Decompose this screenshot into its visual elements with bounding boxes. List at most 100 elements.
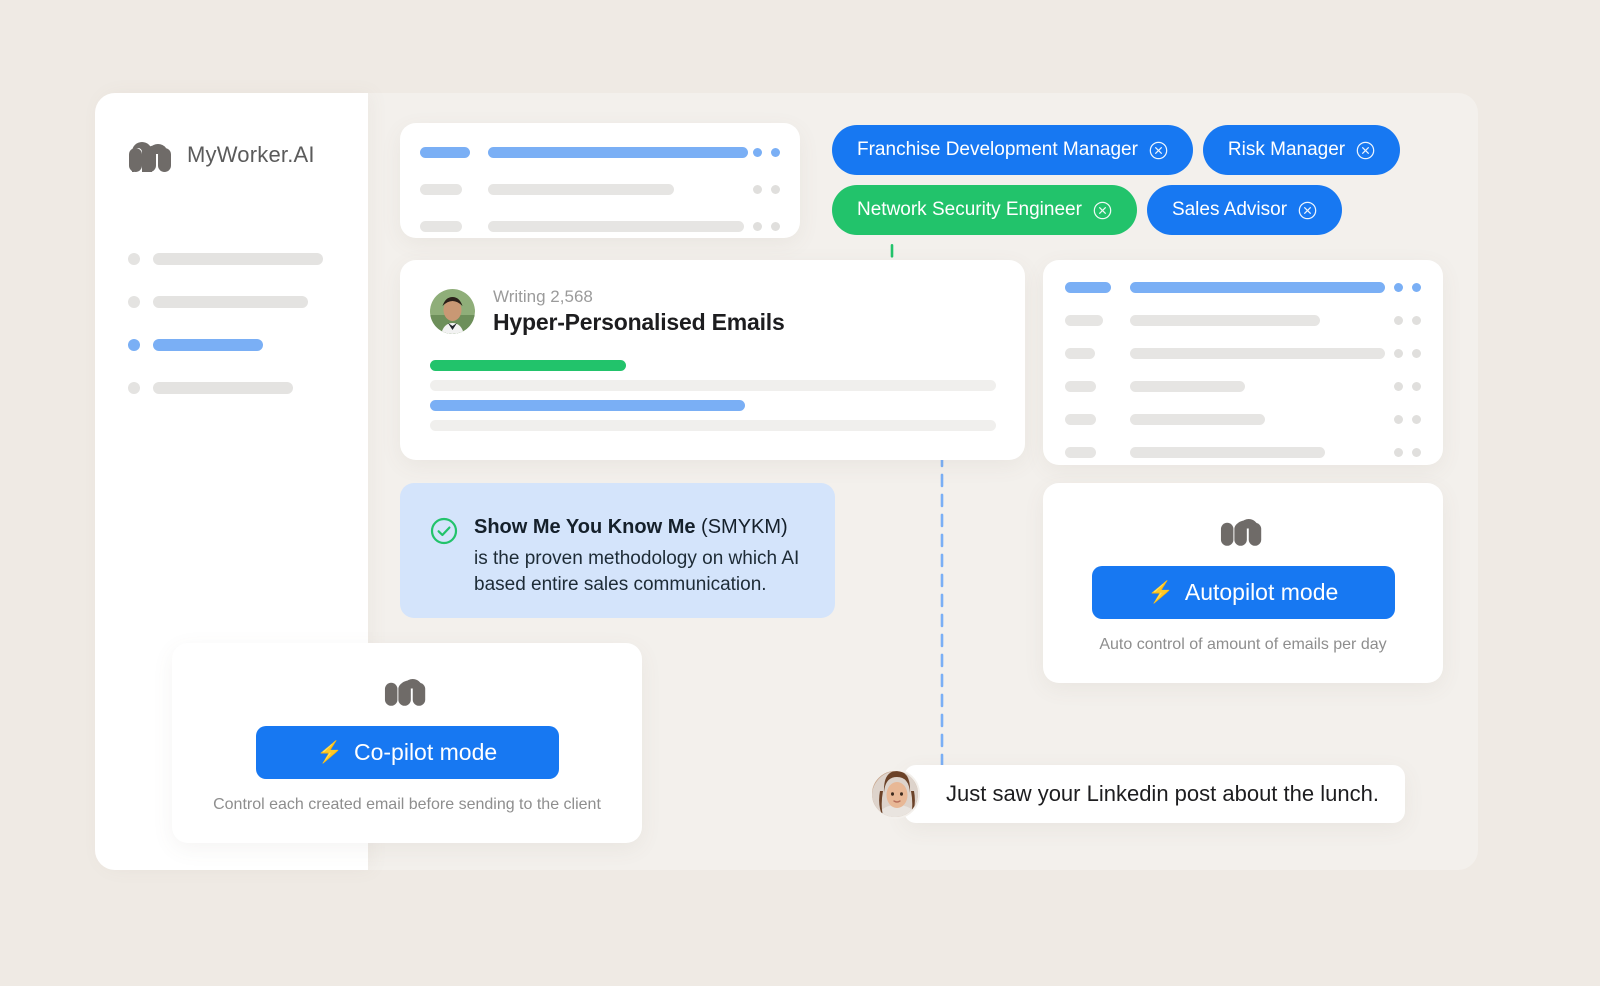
skeleton-label bbox=[1065, 315, 1103, 326]
writing-title: Hyper-Personalised Emails bbox=[493, 309, 785, 335]
close-circle-icon[interactable] bbox=[1356, 141, 1375, 160]
progress-track bbox=[430, 420, 996, 431]
skeleton-line bbox=[1130, 282, 1385, 293]
dot-icon bbox=[1394, 415, 1403, 424]
skeleton-label bbox=[1065, 381, 1096, 392]
autopilot-mode-description: Auto control of amount of emails per day bbox=[1099, 636, 1387, 653]
sidebar-item-4-label bbox=[153, 382, 293, 394]
check-circle-icon bbox=[430, 517, 458, 545]
skeleton-line bbox=[1130, 381, 1245, 392]
smykm-body: is the proven methodology on which AI ba… bbox=[474, 548, 800, 595]
dot-icon bbox=[753, 148, 762, 157]
skeleton-row bbox=[400, 147, 800, 158]
skeleton-label bbox=[420, 221, 462, 232]
skeleton-dots bbox=[753, 185, 780, 194]
sidebar-item-1[interactable] bbox=[128, 253, 328, 265]
message-text: Just saw your Linkedin post about the lu… bbox=[946, 781, 1379, 806]
dot-icon bbox=[1394, 349, 1403, 358]
myworker-logo-icon bbox=[129, 142, 171, 172]
dot-icon bbox=[771, 185, 780, 194]
autopilot-mode-card: ⚡ Autopilot mode Auto control of amount … bbox=[1043, 483, 1443, 683]
tag-label: Franchise Development Manager bbox=[857, 139, 1138, 160]
skeleton-dots bbox=[1394, 349, 1421, 358]
myworker-logo-icon bbox=[1220, 518, 1262, 546]
autopilot-mode-button-label: Autopilot mode bbox=[1184, 579, 1339, 605]
copilot-mode-card: ⚡ Co-pilot mode Control each created ema… bbox=[172, 643, 642, 843]
skeleton-line bbox=[1130, 414, 1265, 425]
dot-icon bbox=[1412, 316, 1421, 325]
tag-network-security-engineer[interactable]: Network Security Engineer bbox=[832, 185, 1137, 235]
dot-icon bbox=[1394, 448, 1403, 457]
tag-franchise-development-manager[interactable]: Franchise Development Manager bbox=[832, 125, 1193, 175]
dot-icon bbox=[753, 222, 762, 231]
bolt-icon: ⚡ bbox=[316, 741, 343, 764]
green-progress bbox=[430, 360, 626, 371]
copilot-mode-button[interactable]: ⚡ Co-pilot mode bbox=[255, 726, 559, 779]
copilot-mode-button-label: Co-pilot mode bbox=[353, 739, 498, 765]
bolt-icon: ⚡ bbox=[1147, 581, 1174, 604]
skeleton-row bbox=[1043, 447, 1443, 458]
blue-progress bbox=[430, 400, 745, 411]
dot-icon bbox=[1412, 349, 1421, 358]
skeleton-line bbox=[1130, 348, 1385, 359]
dot-icon bbox=[1412, 283, 1421, 292]
skeleton-dots bbox=[1394, 316, 1421, 325]
copilot-mode-description: Control each created email before sendin… bbox=[213, 796, 601, 813]
close-circle-icon[interactable] bbox=[1298, 201, 1317, 220]
skeleton-label bbox=[1065, 282, 1111, 293]
skeleton-row bbox=[1043, 282, 1443, 293]
writing-status: Writing 2,568 bbox=[493, 287, 593, 306]
app-shell: MyWorker.AI Franchise Development Manage… bbox=[95, 93, 1478, 870]
dot-icon bbox=[1394, 283, 1403, 292]
dot-icon bbox=[771, 222, 780, 231]
brand-name: MyWorker.AI bbox=[187, 142, 315, 167]
smykm-title-abbr: (SMYKM) bbox=[695, 516, 788, 538]
tag-label: Network Security Engineer bbox=[857, 199, 1082, 220]
smykm-text: Show Me You Know Me (SMYKM) is the prove… bbox=[474, 515, 809, 618]
sidebar-item-3-active[interactable] bbox=[128, 339, 328, 351]
skeleton-card-top bbox=[400, 123, 800, 238]
writer-header: Writing 2,568 Hyper-Personalised Emails bbox=[400, 260, 1025, 336]
role-tag-list: Franchise Development Manager Risk Manag… bbox=[832, 125, 1432, 235]
progress-bars bbox=[430, 360, 996, 431]
skeleton-dots bbox=[1394, 283, 1421, 292]
sidebar-item-2-icon bbox=[128, 296, 140, 308]
dot-icon bbox=[1394, 316, 1403, 325]
dot-icon bbox=[771, 148, 780, 157]
skeleton-row bbox=[1043, 315, 1443, 326]
smykm-title-strong: Show Me You Know Me bbox=[474, 516, 696, 538]
skeleton-card-right bbox=[1043, 260, 1443, 465]
autopilot-mode-button[interactable]: ⚡ Autopilot mode bbox=[1091, 566, 1395, 619]
skeleton-line bbox=[488, 184, 674, 195]
tag-risk-manager[interactable]: Risk Manager bbox=[1202, 125, 1401, 175]
user-avatar bbox=[430, 289, 475, 334]
dot-icon bbox=[1394, 382, 1403, 391]
tag-sales-advisor[interactable]: Sales Advisor bbox=[1146, 185, 1343, 235]
sidebar-item-3-label bbox=[153, 339, 263, 351]
close-circle-icon[interactable] bbox=[1093, 201, 1112, 220]
skeleton-label bbox=[420, 147, 470, 158]
smykm-info-box: Show Me You Know Me (SMYKM) is the prove… bbox=[400, 483, 835, 618]
smykm-title: Show Me You Know Me (SMYKM) bbox=[474, 515, 809, 540]
dot-icon bbox=[753, 185, 762, 194]
writing-status-card: Writing 2,568 Hyper-Personalised Emails bbox=[400, 260, 1025, 460]
skeleton-label bbox=[1065, 447, 1096, 458]
sidebar-nav bbox=[128, 253, 328, 425]
sidebar-item-3-icon bbox=[128, 339, 140, 351]
tag-label: Risk Manager bbox=[1227, 139, 1346, 160]
sidebar-item-4[interactable] bbox=[128, 382, 328, 394]
brand-logo: MyWorker.AI bbox=[128, 138, 315, 172]
sidebar-item-2[interactable] bbox=[128, 296, 328, 308]
skeleton-row bbox=[1043, 414, 1443, 425]
skeleton-row bbox=[1043, 381, 1443, 392]
tag-label: Sales Advisor bbox=[1171, 199, 1288, 220]
skeleton-line bbox=[488, 147, 748, 158]
skeleton-label bbox=[1065, 414, 1096, 425]
myworker-logo-icon bbox=[384, 678, 426, 706]
skeleton-label bbox=[420, 184, 462, 195]
dot-icon bbox=[1412, 448, 1421, 457]
skeleton-line bbox=[488, 221, 744, 232]
close-circle-icon[interactable] bbox=[1149, 141, 1168, 160]
skeleton-row bbox=[1043, 348, 1443, 359]
skeleton-label bbox=[1065, 348, 1095, 359]
